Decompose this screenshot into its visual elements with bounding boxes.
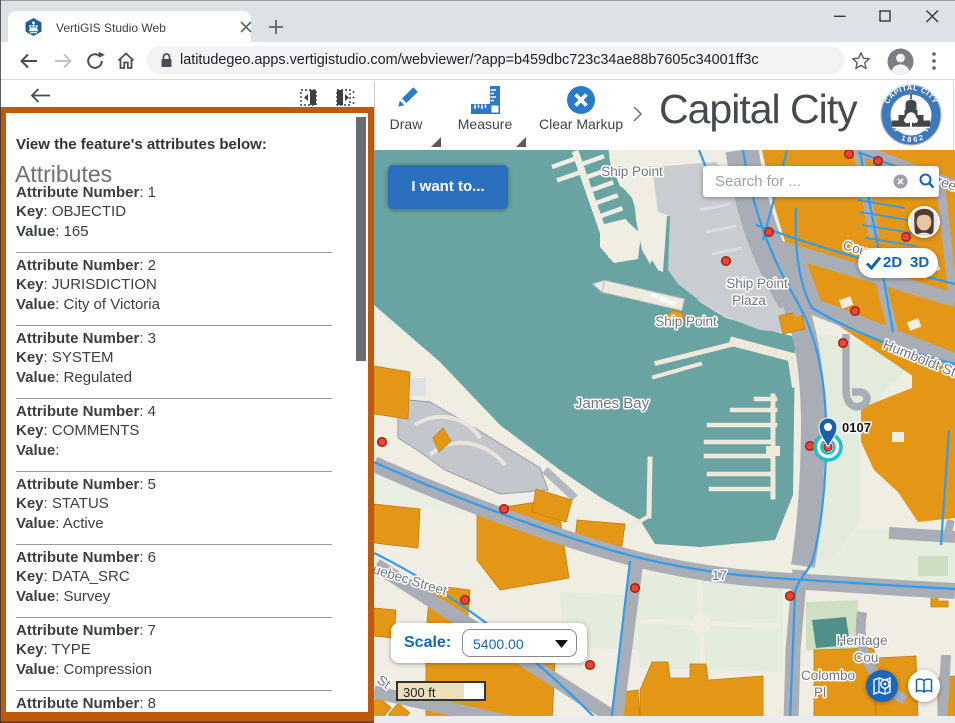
svg-text:6: 6 [913,135,918,144]
svg-text:James Bay: James Bay [575,395,650,412]
svg-text:Ship Point: Ship Point [601,164,663,179]
svg-text:Ship Point: Ship Point [655,314,717,329]
svg-text:Ship Point: Ship Point [726,276,788,291]
svg-text:17: 17 [712,568,727,583]
svg-text:Colombo: Colombo [801,668,855,683]
svg-text:8: 8 [907,135,912,144]
svg-text:Plaza: Plaza [732,293,766,308]
svg-text:Pl: Pl [814,685,826,700]
svg-text:Cou: Cou [854,650,879,665]
svg-text:0107: 0107 [842,420,871,435]
svg-text:Heritage: Heritage [836,633,887,648]
